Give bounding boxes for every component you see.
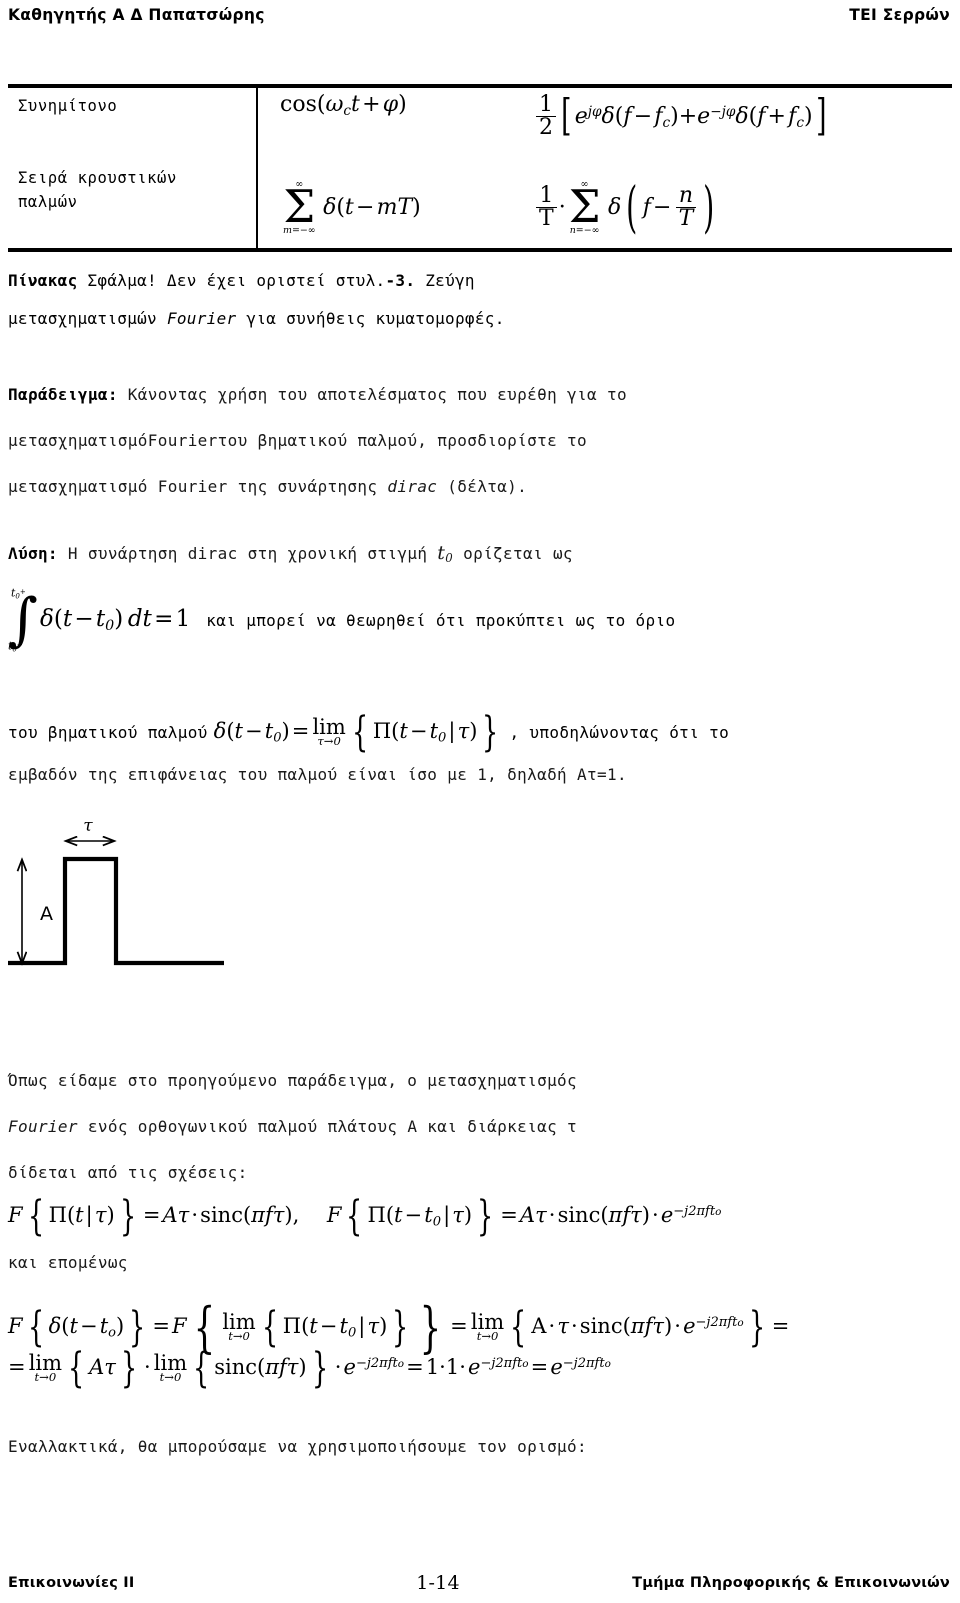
- recap-line-2: Fourier ενός ορθογωνικού παλμού πλάτους …: [8, 1104, 952, 1150]
- example-line2-fourier: Fourier: [147, 431, 218, 450]
- formula-pi-shifted-transform: F{Π(t − t0 | τ)} = Aτ · sinc(πfτ) · e−j2…: [326, 1192, 722, 1240]
- recap-paragraph: Όπως είδαμε στο προηγούμενο παράδειγμα, …: [8, 1058, 952, 1196]
- table-cell-name-line1: Σειρά κρουστικών: [18, 169, 177, 187]
- caption-line2-a: μετασχηματισμών: [8, 309, 167, 328]
- solution-line1-b: στη χρονική στιγμή: [237, 544, 438, 563]
- header-institution: ΤΕΙ Σερρών: [849, 6, 950, 24]
- solution-line3-b: , υποδηλώνοντας ότι το: [509, 722, 730, 742]
- example-line1-text: Κάνοντας χρήση του αποτελέσματος που ευρ…: [117, 385, 627, 404]
- table-cell-name-line2: παλμών: [18, 193, 78, 212]
- table-row: Συνημίτονο cos(ωct + φ) 1 2[ejφδ(f − fc)+…: [8, 93, 952, 166]
- solution-line1-a: Η συνάρτηση: [57, 544, 188, 563]
- formula-cosine-freq: 1 2[ejφδ(f − fc)+e−jφδ(f + fc)]: [534, 93, 829, 139]
- therefore-line: και επομένως: [8, 1240, 128, 1286]
- formula-impulse-train-time: ∞ Σm=−∞ δ(t − mT): [283, 179, 421, 236]
- example-line3-a: μετασχηματισμό: [8, 477, 158, 496]
- example-line3-b: της συνάρτησης: [227, 477, 388, 496]
- solution-label: Λύση:: [8, 544, 58, 563]
- example-line-1: Παράδειγμα: Κάνοντας χρήση του αποτελέσμ…: [8, 372, 952, 418]
- recap-line3-text: δίδεται από τις σχέσεις:: [8, 1163, 248, 1182]
- footer-department: Τμήμα Πληροφορικής & Επικοινωνιών: [632, 1575, 950, 1591]
- formula-dirac-as-limit: δ(t − t0) = lim τ→0{Π(t − t0 | τ)}: [213, 708, 499, 756]
- closing-line: Εναλλακτικά, θα μπορούσαμε να χρησιμοποι…: [8, 1424, 952, 1470]
- formula-dirac-integral: t0+ ∫ t0− δ(t − t0) dt = 1: [8, 586, 191, 654]
- formula-impulse-train-freq: 1 T · ∞ Σn=−∞ δ(f − n T): [534, 180, 720, 235]
- table-row: Σειρά κρουστικών παλμών ∞ Σm=−∞ δ(t − mT)…: [8, 166, 952, 254]
- caption-error-text: Σφάλμα! Δεν έχει οριστεί στυλ.: [77, 271, 386, 290]
- solution-line1-c: ορίζεται ως: [453, 544, 573, 563]
- formula-dirac-transform-derivation: F{δ(t − to)} = F{lim t→0{Π(t − t0 | τ)}} …: [8, 1295, 790, 1359]
- page-header: Καθηγητής Α Δ Παπατσώρης ΤΕΙ Σερρών: [8, 6, 950, 32]
- recap-line1-text: Όπως είδαμε στο προηγούμενο παράδειγμα, …: [8, 1071, 578, 1090]
- formula-dirac-transform-result: = lim t→0{Aτ} · lim t→0{sinc(πfτ)} · e−j2π…: [8, 1344, 611, 1392]
- tau-label: τ: [83, 816, 93, 836]
- table-cell-time-domain: cos(ωct + φ): [256, 94, 524, 166]
- table-caption: Πίνακας Σφάλμα! Δεν έχει οριστεί στυλ.-3…: [8, 262, 708, 338]
- recap-line-1: Όπως είδαμε στο προηγούμενο παράδειγμα, …: [8, 1058, 952, 1104]
- caption-label: Πίνακας: [8, 271, 78, 290]
- formula-cosine-time: cos(ωct + φ): [280, 92, 407, 119]
- solution-dirac: dirac: [187, 544, 238, 563]
- solution-line-4: εμβαδόν της επιφάνειας του παλμού είναι …: [8, 752, 952, 798]
- table-cell-freq-domain: 1 2[ejφδ(f − fc)+e−jφδ(f + fc)]: [524, 93, 952, 166]
- caption-line2-b: για συνήθεις κυματομορφές.: [236, 309, 505, 328]
- page-footer: Επικοινωνίες ΙΙ 1-14 Τμήμα Πληροφορικής …: [8, 1571, 950, 1595]
- example-line3-fourier: Fourier: [157, 477, 228, 496]
- solution-line4-text: εμβαδόν της επιφάνειας του παλμού είναι …: [8, 765, 627, 784]
- example-line3-dirac: dirac: [387, 477, 438, 496]
- document-page: Καθηγητής Α Δ Παπατσώρης ΤΕΙ Σερρών Συνη…: [0, 0, 960, 1603]
- caption-fourier: Fourier: [166, 309, 237, 328]
- footer-page-number: 1-14: [416, 1572, 460, 1594]
- example-paragraph: Παράδειγμα: Κάνοντας χρήση του αποτελέσμ…: [8, 372, 952, 510]
- solution-line3-a: του βηματικού παλμού: [8, 722, 208, 742]
- recap-line2-b: ενός ορθογωνικού παλμού πλάτους Α και δι…: [77, 1117, 578, 1136]
- integral-definition-row: t0+ ∫ t0− δ(t − t0) dt = 1 και μπορεί να θε…: [8, 586, 952, 654]
- example-line2-a: μετασχηματισμό: [8, 431, 148, 450]
- solution-t0-symbol: t0: [437, 542, 454, 565]
- example-line3-c: (δέλτα).: [437, 477, 528, 496]
- recap-line-3: δίδεται από τις σχέσεις:: [8, 1150, 952, 1196]
- formula-pi-transform: F{Π(t | τ)} = Aτ · sinc(πfτ),: [8, 1192, 300, 1240]
- derivation-line-2: = lim t→0{Aτ} · lim t→0{sinc(πfτ)} · e−j2π…: [8, 1348, 611, 1389]
- fourier-pairs-table: Συνημίτονο cos(ωct + φ) 1 2[ejφδ(f − fc)+…: [8, 84, 952, 252]
- amplitude-label: A: [40, 903, 53, 925]
- solution-line-3: του βηματικού παλμού δ(t − t0) = lim τ→0{…: [8, 712, 952, 753]
- equation-pair-row: F{Π(t | τ)} = Aτ · sinc(πfτ), F{Π(t − t0…: [8, 1196, 721, 1237]
- table-cell-freq-domain: 1 T · ∞ Σn=−∞ δ(f − n T): [524, 166, 952, 254]
- example-line2-b: του βηματικού παλμού, προσδιορίστε το: [217, 431, 588, 450]
- example-line-3: μετασχηματισμό Fourier της συνάρτησης di…: [8, 464, 952, 510]
- solution-line-1: Λύση: Η συνάρτηση dirac στη χρονική στιγ…: [8, 530, 952, 581]
- therefore-text: και επομένως: [8, 1253, 128, 1272]
- header-author: Καθηγητής Α Δ Παπατσώρης: [8, 6, 265, 24]
- closing-text: Εναλλακτικά, θα μπορούσαμε να χρησιμοποι…: [8, 1437, 588, 1456]
- example-label: Παράδειγμα:: [8, 385, 118, 404]
- example-line-2: μετασχηματισμό Fourier του βηματικού παλ…: [8, 418, 952, 464]
- table-cell-time-domain: ∞ Σm=−∞ δ(t − mT): [256, 166, 524, 254]
- footer-course: Επικοινωνίες ΙΙ: [8, 1575, 135, 1591]
- recap-fourier: Fourier: [8, 1117, 78, 1136]
- caption-number: -3.: [385, 271, 416, 290]
- pulse-diagram-svg: τ A: [8, 816, 224, 1033]
- caption-rest: Ζεύγη: [415, 271, 475, 290]
- table-cell-name: Συνημίτονο: [18, 97, 118, 115]
- solution-line2-text: και μπορεί να θεωρηθεί ότι προκύπτει ως …: [206, 610, 676, 630]
- table-cell-name: Σειρά κρουστικών παλμών: [8, 166, 256, 254]
- rectangular-pulse-figure: τ A: [6, 798, 306, 1033]
